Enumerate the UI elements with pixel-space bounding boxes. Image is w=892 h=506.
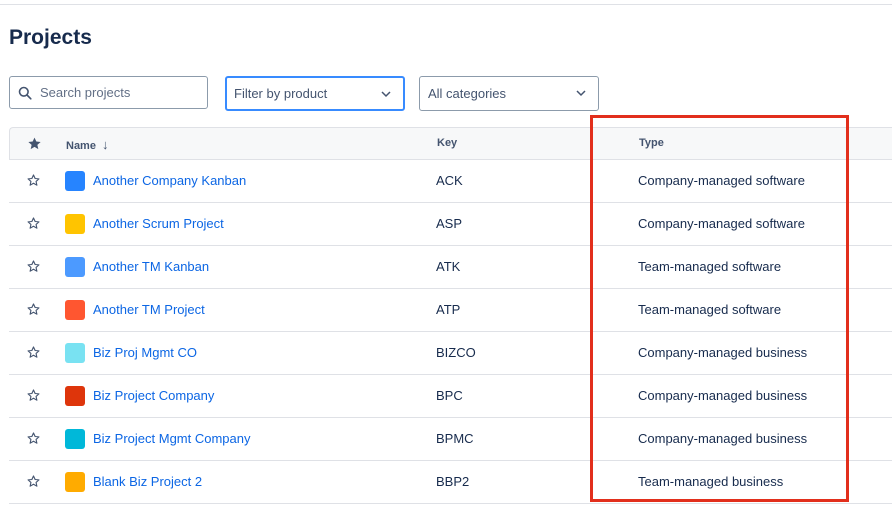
- top-divider: [0, 4, 892, 5]
- starred-header-star-icon[interactable]: [27, 136, 42, 151]
- project-name-link[interactable]: Biz Project Mgmt Company: [93, 431, 251, 446]
- chevron-down-icon: [576, 90, 586, 97]
- table-row: Another TM Kanban ATK Team-managed softwar…: [9, 246, 892, 289]
- project-type: Company-managed business: [638, 345, 808, 360]
- table-body: Another Company Kanban ACK Company-managed…: [9, 160, 892, 504]
- table-row: Another TM Project ATP Team-managed softwa…: [9, 289, 892, 332]
- project-key: BIZCO: [436, 345, 476, 360]
- star-icon[interactable]: [26, 302, 41, 317]
- search-input[interactable]: [38, 84, 202, 101]
- project-key: BPMC: [436, 431, 474, 446]
- project-key: ASP: [436, 216, 463, 231]
- project-type: Team-managed software: [638, 302, 782, 317]
- rocket-icon: [65, 429, 85, 449]
- pencil-icon: [65, 472, 85, 492]
- projects-table: Name ↓ Key Type Another Company Kanban AC…: [9, 127, 892, 504]
- project-type: Company-managed software: [638, 216, 805, 231]
- table-row: Blank Biz Project 2 BBP2 Team-managed busi…: [9, 461, 892, 504]
- wrench-icon: [65, 300, 85, 320]
- project-name-link[interactable]: Another Company Kanban: [93, 173, 246, 188]
- project-key: BPC: [436, 388, 463, 403]
- project-name-link[interactable]: Biz Project Company: [93, 388, 214, 403]
- project-type: Company-managed business: [638, 431, 808, 446]
- cloud-icon: [65, 171, 85, 191]
- project-type: Company-managed software: [638, 173, 805, 188]
- project-key: BBP2: [436, 474, 470, 489]
- project-key: ACK: [436, 173, 463, 188]
- project-type: Team-managed software: [638, 259, 782, 274]
- sort-arrow-icon: ↓: [102, 137, 109, 152]
- star-icon[interactable]: [26, 216, 41, 231]
- star-icon[interactable]: [26, 474, 41, 489]
- table-row: Biz Proj Mgmt CO BIZCO Company-managed bus…: [9, 332, 892, 375]
- star-icon[interactable]: [26, 388, 41, 403]
- category-filter-label: All categories: [428, 86, 507, 101]
- column-header-name-label: Name: [66, 140, 96, 152]
- chevron-down-icon: [381, 91, 391, 98]
- table-row: Biz Project Company BPC Company-managed bu…: [9, 375, 892, 418]
- star-icon[interactable]: [26, 259, 41, 274]
- vinyl-icon: [65, 386, 85, 406]
- product-filter-select[interactable]: Filter by product: [225, 76, 405, 111]
- project-name-link[interactable]: Another TM Kanban: [93, 259, 209, 274]
- column-header-key[interactable]: Key: [437, 137, 457, 149]
- koala-icon: [65, 257, 85, 277]
- project-type: Company-managed business: [638, 388, 808, 403]
- table-header: Name ↓ Key Type: [9, 127, 892, 160]
- column-header-type[interactable]: Type: [639, 137, 664, 149]
- project-name-link[interactable]: Another Scrum Project: [93, 216, 224, 231]
- search-icon: [18, 86, 32, 100]
- star-icon[interactable]: [26, 431, 41, 446]
- project-name-link[interactable]: Blank Biz Project 2: [93, 474, 202, 489]
- project-type: Team-managed business: [638, 474, 784, 489]
- project-name-link[interactable]: Another TM Project: [93, 302, 205, 317]
- project-key: ATK: [436, 259, 461, 274]
- column-header-name[interactable]: Name ↓: [66, 137, 109, 152]
- person-icon: [65, 343, 85, 363]
- product-filter-label: Filter by product: [234, 86, 328, 101]
- page-title: Projects: [9, 26, 92, 49]
- table-row: Another Company Kanban ACK Company-managed…: [9, 160, 892, 203]
- project-name-link[interactable]: Biz Proj Mgmt CO: [93, 345, 197, 360]
- robot-icon: [65, 214, 85, 234]
- project-key: ATP: [436, 302, 461, 317]
- star-icon[interactable]: [26, 173, 41, 188]
- star-icon[interactable]: [26, 345, 41, 360]
- category-filter-select[interactable]: All categories: [419, 76, 599, 111]
- table-row: Another Scrum Project ASP Company-managed …: [9, 203, 892, 246]
- search-field[interactable]: [9, 76, 208, 109]
- table-row: Biz Project Mgmt Company BPMC Company-mana…: [9, 418, 892, 461]
